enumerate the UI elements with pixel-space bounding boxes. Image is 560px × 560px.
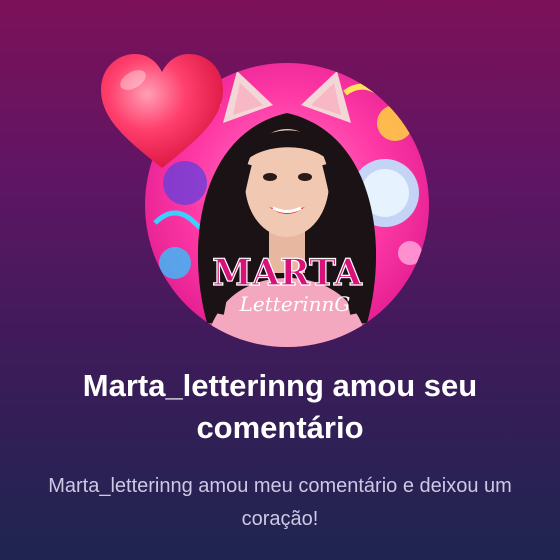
notification-message: Marta_letterinng amou meu comentário e d… (48, 475, 512, 530)
heart-icon (101, 54, 223, 168)
avatar-logo-main: MARTA (212, 252, 363, 294)
avatar-logo-script: LetterinnG (239, 292, 351, 316)
notification-title: Marta_letterinng amou seu comentário (82, 368, 478, 445)
notification-card: MARTA LetterinnG Marta_letterinng amou s… (0, 0, 560, 560)
